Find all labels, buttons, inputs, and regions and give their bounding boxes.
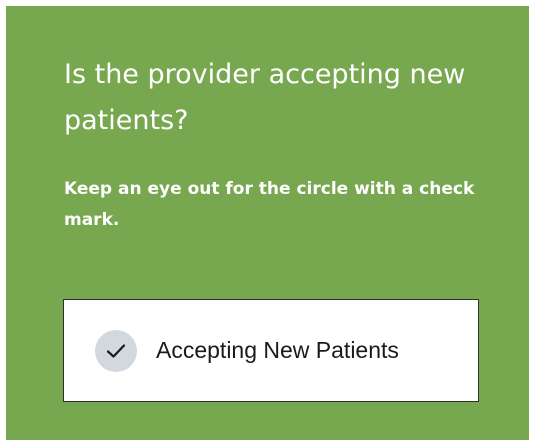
card-subtitle: Keep an eye out for the circle with a ch… — [64, 179, 475, 230]
info-card: Is the provider accepting new patients? … — [6, 6, 529, 440]
card-title: Is the provider accepting new patients? — [64, 59, 466, 136]
check-icon — [95, 330, 137, 372]
badge-label: Accepting New Patients — [156, 337, 399, 363]
accepting-patients-badge: Accepting New Patients — [63, 299, 479, 402]
